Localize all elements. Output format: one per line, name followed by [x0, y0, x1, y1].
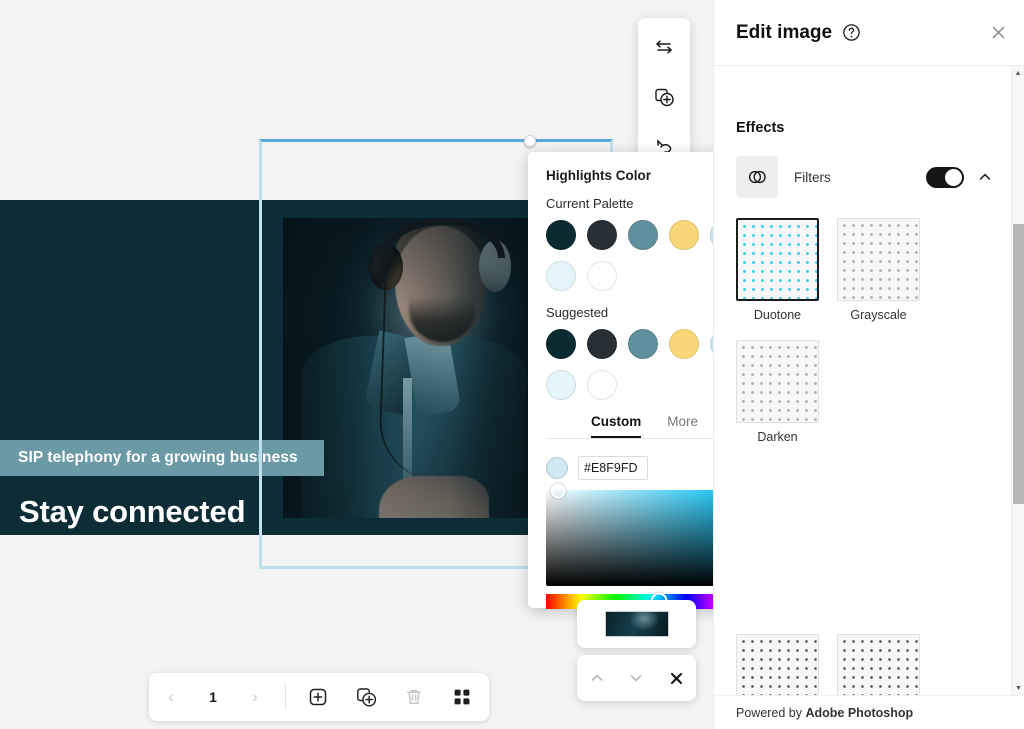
filter-label: Grayscale [850, 308, 907, 322]
filter-grid-row-1: Duotone Grayscale Darken [714, 204, 1011, 444]
element-order-bar [577, 655, 696, 701]
powered-by-text: Powered by Adobe Photoshop [736, 706, 913, 720]
swatch[interactable] [628, 220, 658, 250]
filters-toggle[interactable] [926, 166, 964, 188]
filter-thumbnail [837, 218, 920, 301]
move-up-icon[interactable] [581, 662, 613, 694]
scroll-down-arrow[interactable]: ▼ [1012, 681, 1024, 695]
tab-custom[interactable]: Custom [591, 414, 642, 438]
duotone-icon[interactable] [736, 156, 778, 198]
close-icon[interactable] [989, 23, 1008, 42]
banner-headline[interactable]: Stay connected with your customers [19, 494, 279, 535]
page-toolbar: ‹ 1 › [149, 673, 489, 721]
tab-more[interactable]: More [667, 414, 698, 438]
swatch[interactable] [546, 261, 576, 291]
grid-view-icon[interactable] [438, 673, 486, 721]
swatch[interactable] [546, 329, 576, 359]
swatch[interactable] [546, 370, 576, 400]
image-thumbnail-preview[interactable] [577, 600, 696, 648]
filter-option-duotone[interactable]: Duotone [736, 218, 819, 322]
powered-by-prefix: Powered by [736, 705, 806, 720]
filters-row: Filters [714, 150, 1011, 204]
hex-input[interactable] [578, 456, 648, 480]
filter-option-grayscale[interactable]: Grayscale [837, 218, 920, 322]
thumbnail [604, 611, 669, 637]
filter-option-darken[interactable]: Darken [736, 340, 819, 444]
current-color-preview [546, 457, 568, 479]
banner-tag[interactable]: SIP telephony for a growing business [0, 440, 324, 476]
banner-tag-text: SIP telephony for a growing business [18, 449, 298, 466]
selection-resize-handle[interactable] [524, 135, 536, 147]
panel-title: Edit image [736, 21, 833, 43]
swatch[interactable] [669, 220, 699, 250]
filters-label: Filters [794, 169, 831, 185]
sv-handle[interactable] [550, 483, 566, 499]
help-circle-icon[interactable] [842, 23, 861, 42]
scroll-up-arrow[interactable]: ▲ [1012, 66, 1024, 80]
toggle-knob [945, 168, 962, 186]
duplicate-page-icon[interactable] [342, 673, 390, 721]
swatch[interactable] [587, 220, 617, 250]
duplicate-icon[interactable] [647, 80, 681, 114]
scrollbar-thumb[interactable] [1013, 224, 1024, 504]
powered-by-brand: Adobe Photoshop [805, 705, 914, 720]
banner-design[interactable]: SIP telephony for a growing business Sta… [0, 200, 553, 535]
move-down-icon[interactable] [620, 662, 652, 694]
panel-header: Edit image [714, 0, 1024, 66]
chevron-up-icon[interactable] [977, 169, 993, 185]
prev-page-button[interactable]: ‹ [149, 673, 193, 721]
swatch[interactable] [587, 329, 617, 359]
add-page-icon[interactable] [294, 673, 342, 721]
swatch[interactable] [587, 370, 617, 400]
swatch[interactable] [628, 329, 658, 359]
delete-page-icon[interactable] [390, 673, 438, 721]
filter-thumbnail [736, 218, 819, 301]
filter-label: Duotone [753, 308, 802, 322]
page-number[interactable]: 1 [193, 689, 233, 705]
thumbnail-image [605, 612, 668, 636]
effects-section-title: Effects [736, 120, 785, 136]
filter-label: Darken [757, 430, 798, 444]
panel-footer: Powered by Adobe Photoshop [714, 695, 1024, 729]
swatch[interactable] [587, 261, 617, 291]
swatch[interactable] [546, 220, 576, 250]
close-icon[interactable] [660, 662, 692, 694]
toolbar-divider [285, 684, 286, 710]
panel-scroll-region: Effects Filters Duotone Grayscale Darken [714, 66, 1011, 729]
panel-scrollbar[interactable]: ▲ ▼ [1011, 66, 1024, 729]
filter-thumbnail [736, 340, 819, 423]
replace-image-icon[interactable] [647, 30, 681, 64]
panel-body: Effects Filters Duotone Grayscale Darken… [714, 66, 1024, 729]
filter-grid-row-2 [714, 444, 1011, 729]
edit-image-panel: Edit image Effects Filters Duotone Grays… [713, 0, 1024, 729]
swatch[interactable] [669, 329, 699, 359]
next-page-button[interactable]: › [233, 673, 277, 721]
